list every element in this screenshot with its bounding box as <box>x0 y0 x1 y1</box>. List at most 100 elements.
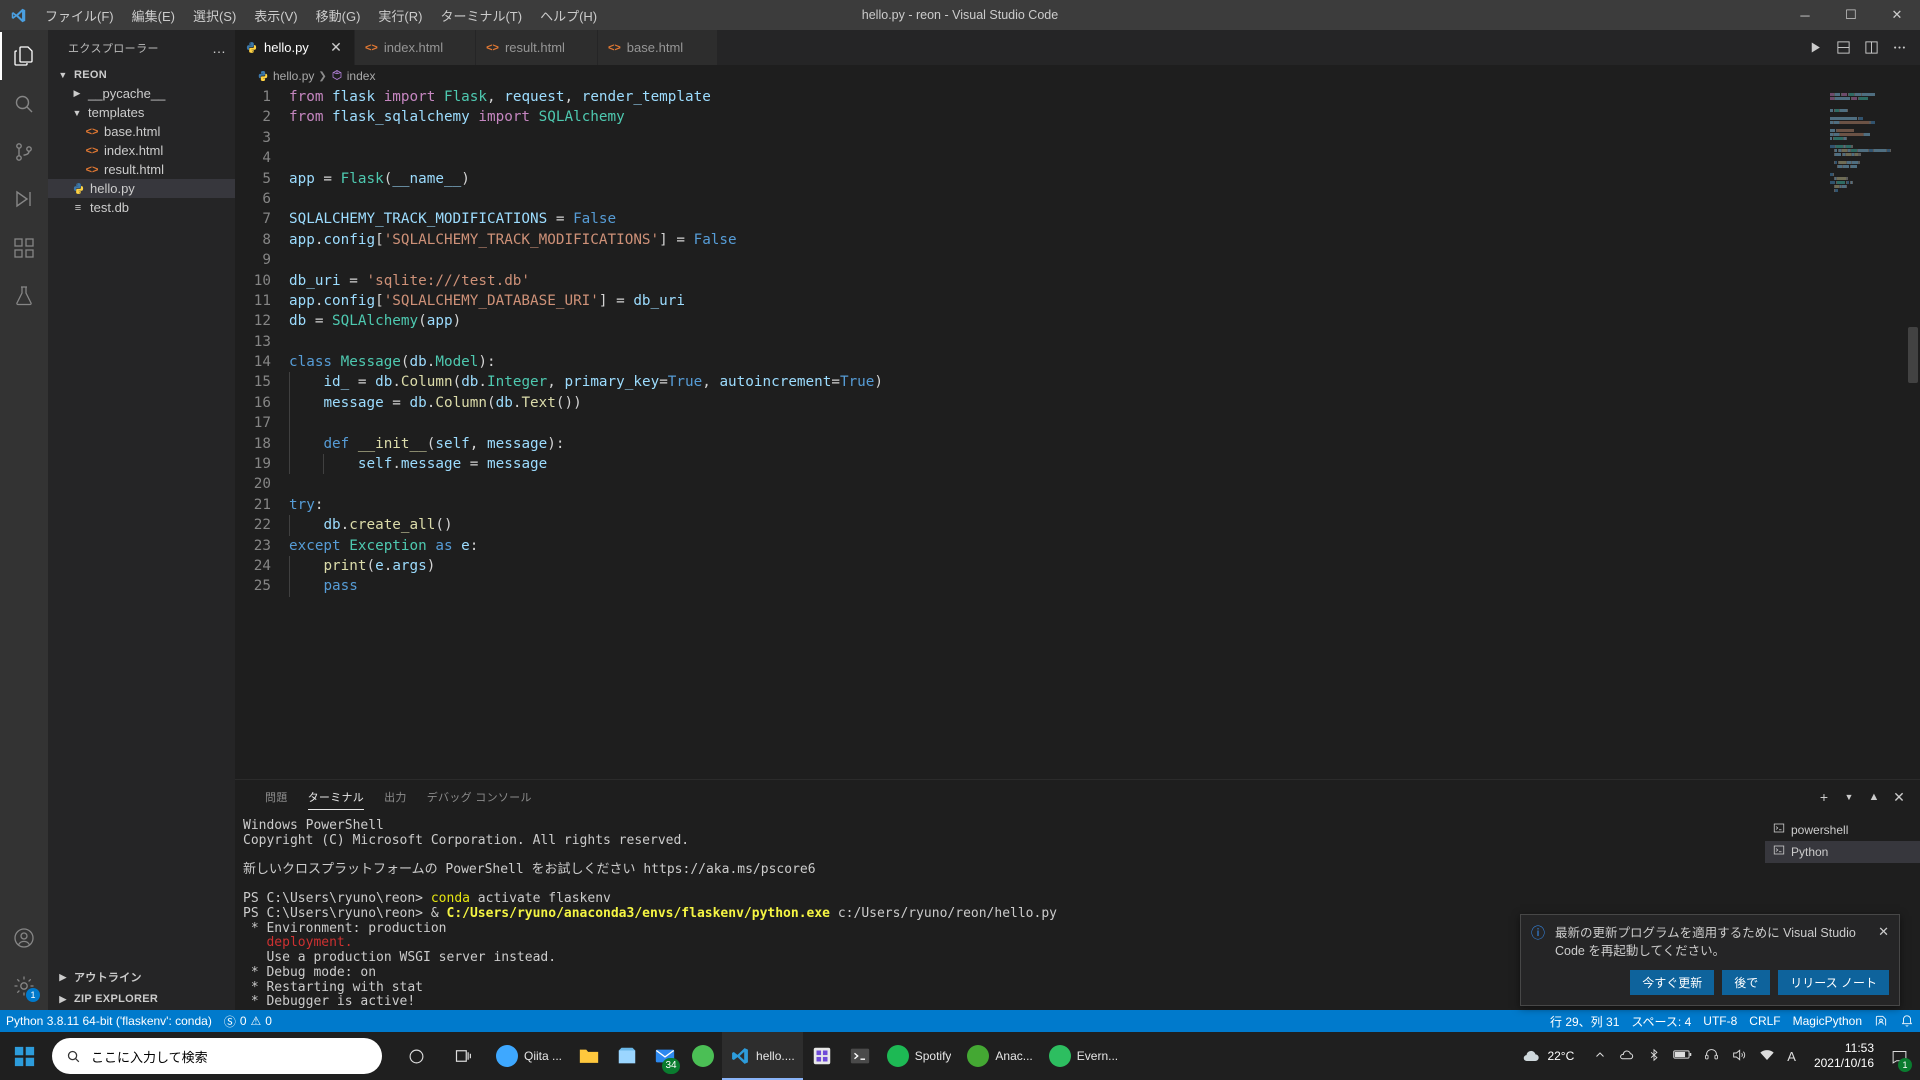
taskbar-app-store2[interactable] <box>803 1032 841 1080</box>
taskbar-app-python[interactable] <box>684 1032 722 1080</box>
new-terminal-icon[interactable]: + <box>1813 786 1835 808</box>
close-window-button[interactable]: ✕ <box>1874 0 1920 30</box>
task-view-icon[interactable] <box>440 1032 488 1080</box>
taskbar-app-evernote[interactable]: Evern... <box>1041 1032 1126 1080</box>
network-icon[interactable] <box>1759 1047 1775 1066</box>
run-debug-icon[interactable] <box>0 176 48 224</box>
code-text[interactable]: message = db.Column(db.Text()) <box>287 392 582 414</box>
tree-item-templates[interactable]: ▼ templates <box>48 103 235 122</box>
terminal-list-item-powershell[interactable]: powershell <box>1765 819 1920 841</box>
code-text[interactable]: class Message(db.Model): <box>287 352 496 372</box>
extensions-icon[interactable] <box>0 224 48 272</box>
action-center-icon[interactable]: 1 <box>1882 1032 1916 1080</box>
sidebar-section-outline[interactable]: ▶ アウトライン <box>48 966 235 988</box>
onedrive-icon[interactable] <box>1618 1046 1635 1066</box>
close-panel-icon[interactable]: ✕ <box>1888 786 1910 808</box>
menu-file[interactable]: ファイル(F) <box>36 1 123 30</box>
tab-result-html[interactable]: <> result.html ✕ <box>476 30 598 65</box>
taskbar-app-explorer[interactable] <box>570 1032 608 1080</box>
tab-hello-py[interactable]: hello.py ✕ <box>235 30 355 65</box>
code-text[interactable] <box>287 128 289 148</box>
status-eol[interactable]: CRLF <box>1743 1010 1786 1032</box>
taskbar-app-terminal[interactable] <box>841 1032 879 1080</box>
code-text[interactable]: self.message = message <box>287 454 547 475</box>
tree-item-hello-py[interactable]: hello.py <box>48 179 235 198</box>
code-text[interactable] <box>287 332 289 352</box>
code-text[interactable]: app.config['SQLALCHEMY_TRACK_MODIFICATIO… <box>287 230 737 250</box>
battery-icon[interactable] <box>1673 1048 1692 1064</box>
code-text[interactable]: print(e.args) <box>287 555 435 577</box>
account-icon[interactable] <box>0 914 48 962</box>
tab-close-icon[interactable]: ✕ <box>328 39 344 56</box>
menu-terminal[interactable]: ターミナル(T) <box>431 1 531 30</box>
code-text[interactable]: except Exception as e: <box>287 536 478 556</box>
taskbar-weather[interactable]: 22°C <box>1511 1046 1584 1066</box>
keyboard-layout-icon[interactable]: A <box>1787 1049 1796 1064</box>
taskbar-app-anaconda[interactable]: Anac... <box>959 1032 1040 1080</box>
menu-selection[interactable]: 選択(S) <box>184 1 245 30</box>
later-button[interactable]: 後で <box>1722 970 1771 995</box>
more-editor-actions-icon[interactable] <box>1886 34 1912 62</box>
code-text[interactable]: pass <box>287 576 358 597</box>
show-hidden-icons-chevron-icon[interactable] <box>1594 1049 1606 1064</box>
status-python-interpreter[interactable]: Python 3.8.11 64-bit ('flaskenv': conda) <box>0 1010 218 1032</box>
panel-tab-debug-console[interactable]: デバッグ コンソール <box>417 780 542 815</box>
code-editor[interactable]: 1 from flask import Flask, request, rende… <box>235 87 1920 779</box>
breadcrumb-file[interactable]: hello.py <box>273 69 314 83</box>
tree-item-base-html[interactable]: <> base.html <box>48 122 235 141</box>
taskbar-app-mail[interactable]: 34 <box>646 1032 684 1080</box>
bluetooth-icon[interactable] <box>1647 1048 1661 1065</box>
notification-toast[interactable]: ⓘ 最新の更新プログラムを適用するために Visual Studio Code … <box>1520 913 1900 1006</box>
breadcrumb-symbol[interactable]: index <box>347 69 376 83</box>
code-text[interactable]: db_uri = 'sqlite:///test.db' <box>287 271 530 291</box>
split-editor-down-icon[interactable] <box>1830 34 1856 62</box>
tab-base-html[interactable]: <> base.html ✕ <box>597 30 718 65</box>
menu-help[interactable]: ヘルプ(H) <box>531 1 606 30</box>
notification-close-icon[interactable]: ✕ <box>1874 924 1889 960</box>
sidebar-more-icon[interactable]: … <box>212 40 227 56</box>
tab-index-html[interactable]: <> index.html ✕ <box>355 30 477 65</box>
testing-beaker-icon[interactable] <box>0 272 48 320</box>
status-problems[interactable]: Ⓢ 0 ⚠ 0 <box>218 1010 278 1032</box>
minimap[interactable] <box>1824 87 1920 779</box>
code-text[interactable] <box>287 474 289 494</box>
source-control-icon[interactable] <box>0 128 48 176</box>
taskbar-app-vscode[interactable]: hello.... <box>722 1032 803 1080</box>
chevron-down-icon[interactable]: ▼ <box>1838 786 1860 808</box>
panel-tab-problems[interactable]: 問題 <box>255 780 298 815</box>
maximize-button[interactable]: ☐ <box>1828 0 1874 30</box>
code-text[interactable] <box>287 413 290 434</box>
release-notes-button[interactable]: リリース ノート <box>1778 970 1889 995</box>
code-text[interactable] <box>287 250 289 270</box>
split-editor-right-icon[interactable] <box>1858 34 1884 62</box>
code-text[interactable]: db = SQLAlchemy(app) <box>287 311 461 331</box>
code-text[interactable]: from flask_sqlalchemy import SQLAlchemy <box>287 107 625 127</box>
headset-icon[interactable] <box>1704 1047 1719 1065</box>
run-python-file-icon[interactable] <box>1802 34 1828 62</box>
notifications-bell-icon[interactable] <box>1894 1010 1920 1032</box>
volume-icon[interactable] <box>1731 1047 1747 1066</box>
taskbar-app-spotify[interactable]: Spotify <box>879 1032 960 1080</box>
status-encoding[interactable]: UTF-8 <box>1697 1010 1743 1032</box>
code-text[interactable]: def __init__(self, message): <box>287 433 565 455</box>
explorer-icon[interactable] <box>0 32 48 80</box>
start-button-icon[interactable] <box>0 1032 48 1080</box>
panel-tab-terminal[interactable]: ターミナル <box>298 780 375 815</box>
terminal-list-item-python[interactable]: Python <box>1765 840 1920 863</box>
tree-root-reon[interactable]: ▼ REON <box>48 65 235 84</box>
status-cursor-position[interactable]: 行 29、列 31 <box>1544 1010 1625 1032</box>
code-text[interactable] <box>287 148 289 168</box>
cortana-icon[interactable] <box>392 1032 440 1080</box>
menu-run[interactable]: 実行(R) <box>369 1 431 30</box>
tree-item-result-html[interactable]: <> result.html <box>48 160 235 179</box>
code-text[interactable]: SQLALCHEMY_TRACK_MODIFICATIONS = False <box>287 209 616 229</box>
status-indentation[interactable]: スペース: 4 <box>1625 1010 1697 1032</box>
tree-item-pycache[interactable]: ▶ __pycache__ <box>48 84 235 103</box>
code-text[interactable] <box>287 189 289 209</box>
minimize-button[interactable]: ─ <box>1782 0 1828 30</box>
live-share-icon[interactable] <box>1868 1010 1894 1032</box>
editor-scrollbar-thumb[interactable] <box>1908 327 1918 383</box>
taskbar-app-qiita[interactable]: Qiita ... <box>488 1032 570 1080</box>
taskbar-clock[interactable]: 11:53 2021/10/16 <box>1806 1041 1882 1071</box>
code-text[interactable]: app = Flask(__name__) <box>287 169 470 189</box>
